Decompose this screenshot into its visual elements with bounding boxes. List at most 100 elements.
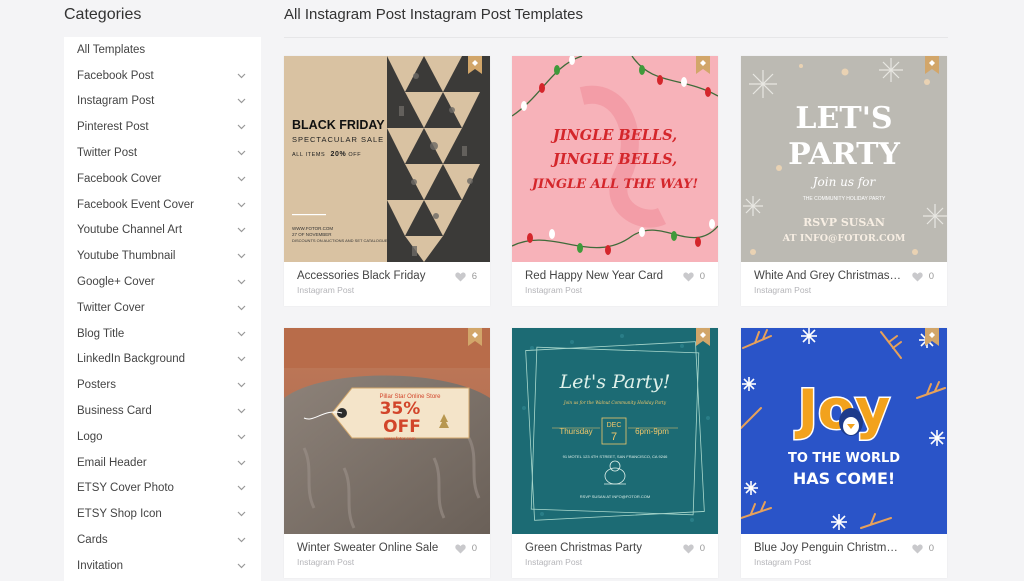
heart-icon xyxy=(912,271,923,282)
party-line6: AT INFO@FOTOR.COM xyxy=(782,233,906,244)
sidebar-item[interactable]: Facebook Cover xyxy=(64,166,261,192)
chevron-down-icon[interactable] xyxy=(234,533,248,547)
template-card[interactable]: Pillar Star Online Store 35% OFF www.fot… xyxy=(284,328,490,578)
sidebar-item-label: Twitter Cover xyxy=(77,301,145,314)
chevron-down-icon[interactable] xyxy=(234,249,248,263)
chevron-down-icon[interactable] xyxy=(234,352,248,366)
sidebar-title: Categories xyxy=(64,6,142,23)
template-name[interactable]: Green Christmas Party xyxy=(525,542,675,554)
bookmark-icon[interactable] xyxy=(696,56,710,74)
party-line5: RSVP SUSAN xyxy=(803,216,885,229)
lets-party-artwork: LET'S PARTY Join us for THE COMMUNITY HO… xyxy=(741,56,947,262)
chevron-down-icon[interactable] xyxy=(234,327,248,341)
like-counter[interactable]: 0 xyxy=(912,271,934,282)
chevron-down-icon[interactable] xyxy=(234,301,248,315)
sidebar-item-label: Facebook Event Cover xyxy=(77,198,194,211)
sidebar-item[interactable]: ETSY Shop Icon xyxy=(64,501,261,527)
sidebar-item[interactable]: Instagram Post xyxy=(64,89,261,115)
bookmark-icon[interactable] xyxy=(468,56,482,74)
sidebar-item[interactable]: Twitter Post xyxy=(64,140,261,166)
like-count: 0 xyxy=(928,271,934,282)
green-line4: RSVP SUSAN AT INFO@FOTOR.COM xyxy=(580,494,650,499)
template-name[interactable]: Winter Sweater Online Sale xyxy=(297,542,447,554)
sidebar-item[interactable]: Posters xyxy=(64,372,261,398)
chevron-down-icon[interactable] xyxy=(234,507,248,521)
like-counter[interactable]: 0 xyxy=(455,543,477,554)
sidebar-item[interactable]: All Templates xyxy=(64,37,261,63)
sidebar-item[interactable]: LinkedIn Background xyxy=(64,347,261,373)
sidebar-item-label: Google+ Cover xyxy=(77,276,155,289)
template-thumbnail[interactable]: Pillar Star Online Store 35% OFF www.fot… xyxy=(284,328,490,534)
sidebar-item-label: Posters xyxy=(77,379,116,392)
sidebar-item[interactable]: Blog Title xyxy=(64,321,261,347)
chevron-down-icon[interactable] xyxy=(234,456,248,470)
sidebar-item[interactable]: Google+ Cover xyxy=(64,269,261,295)
green-line3: 91 MOTEL 123 4TH STREET, SAN FRANCISCO, … xyxy=(563,454,669,459)
bookmark-icon[interactable] xyxy=(925,56,939,74)
sidebar-item[interactable]: ETSY Cover Photo xyxy=(64,476,261,502)
green-date-num: 7 xyxy=(611,431,617,443)
bookmark-icon[interactable] xyxy=(468,328,482,346)
sidebar-item[interactable]: Logo xyxy=(64,424,261,450)
chevron-down-icon[interactable] xyxy=(234,404,248,418)
template-category: Instagram Post xyxy=(297,285,355,295)
jingle-line3: JINGLE ALL THE WAY! xyxy=(529,177,698,192)
template-card[interactable]: BLACK FRIDAY SPECTACULAR SALE ALL ITEMS … xyxy=(284,56,490,306)
chevron-down-icon[interactable] xyxy=(234,172,248,186)
sidebar-item-label: Pinterest Post xyxy=(77,121,149,134)
sidebar-item[interactable]: Email Header xyxy=(64,450,261,476)
sidebar-item[interactable]: Business Card xyxy=(64,398,261,424)
template-name[interactable]: Red Happy New Year Card xyxy=(525,270,675,282)
template-name[interactable]: White And Grey Christmas Party Instagram… xyxy=(754,270,904,282)
chevron-down-icon[interactable] xyxy=(234,120,248,134)
template-card[interactable]: LET'S PARTY Join us for THE COMMUNITY HO… xyxy=(741,56,947,306)
template-thumbnail[interactable]: LET'S PARTY Join us for THE COMMUNITY HO… xyxy=(741,56,947,262)
sidebar-item-label: Twitter Post xyxy=(77,147,138,160)
sidebar-item[interactable]: Youtube Channel Art xyxy=(64,218,261,244)
bookmark-icon[interactable] xyxy=(925,328,939,346)
sidebar-item[interactable]: Pinterest Post xyxy=(64,114,261,140)
bf-line3c: OFF xyxy=(348,152,361,158)
sidebar-item[interactable]: Youtube Thumbnail xyxy=(64,243,261,269)
template-thumbnail[interactable]: Let's Party! Join us for the Walnut Comm… xyxy=(512,328,718,534)
party-line1: LET'S xyxy=(795,101,892,136)
sidebar-item[interactable]: Facebook Event Cover xyxy=(64,192,261,218)
like-count: 0 xyxy=(471,543,477,554)
bookmark-icon[interactable] xyxy=(696,328,710,346)
winter-sweater-artwork: Pillar Star Online Store 35% OFF www.fot… xyxy=(284,328,490,534)
like-counter[interactable]: 0 xyxy=(683,271,705,282)
template-card[interactable]: Let's Party! Join us for the Walnut Comm… xyxy=(512,328,718,578)
svg-text:ALL ITEMS 20%: ALL ITEMS 20% OFF xyxy=(292,151,361,158)
chevron-down-icon[interactable] xyxy=(234,559,248,573)
template-thumbnail[interactable]: Joy TO THE WORLD HAS COME! xyxy=(741,328,947,534)
chevron-down-icon[interactable] xyxy=(234,198,248,212)
like-counter[interactable]: 6 xyxy=(455,271,477,282)
chevron-down-icon[interactable] xyxy=(234,146,248,160)
sidebar-item[interactable]: Invitation xyxy=(64,553,261,579)
like-counter[interactable]: 0 xyxy=(912,543,934,554)
template-card[interactable]: Joy TO THE WORLD HAS COME! Blue Joy Peng… xyxy=(741,328,947,578)
template-name[interactable]: Accessories Black Friday xyxy=(297,270,447,282)
chevron-down-icon[interactable] xyxy=(234,94,248,108)
sidebar-item-label: LinkedIn Background xyxy=(77,353,186,366)
sidebar-item[interactable]: Facebook Post xyxy=(64,63,261,89)
template-thumbnail[interactable]: JINGLE BELLS, JINGLE BELLS, JINGLE ALL T… xyxy=(512,56,718,262)
heart-icon xyxy=(912,543,923,554)
sidebar-item[interactable]: Twitter Cover xyxy=(64,295,261,321)
like-counter[interactable]: 0 xyxy=(683,543,705,554)
sidebar-item-label: Email Header xyxy=(77,456,147,469)
template-card[interactable]: JINGLE BELLS, JINGLE BELLS, JINGLE ALL T… xyxy=(512,56,718,306)
sidebar-item-label: Blog Title xyxy=(77,327,125,340)
sidebar-item[interactable]: Cards xyxy=(64,527,261,553)
joy-line2: TO THE WORLD xyxy=(788,451,900,466)
template-thumbnail[interactable]: BLACK FRIDAY SPECTACULAR SALE ALL ITEMS … xyxy=(284,56,490,262)
chevron-down-icon[interactable] xyxy=(234,69,248,83)
chevron-down-icon[interactable] xyxy=(234,378,248,392)
heart-icon xyxy=(455,271,466,282)
template-name[interactable]: Blue Joy Penguin Christmas Card xyxy=(754,542,904,554)
party-line4: THE COMMUNITY HOLIDAY PARTY xyxy=(803,196,886,202)
chevron-down-icon[interactable] xyxy=(234,481,248,495)
chevron-down-icon[interactable] xyxy=(234,430,248,444)
chevron-down-icon[interactable] xyxy=(234,275,248,289)
chevron-down-icon[interactable] xyxy=(234,223,248,237)
